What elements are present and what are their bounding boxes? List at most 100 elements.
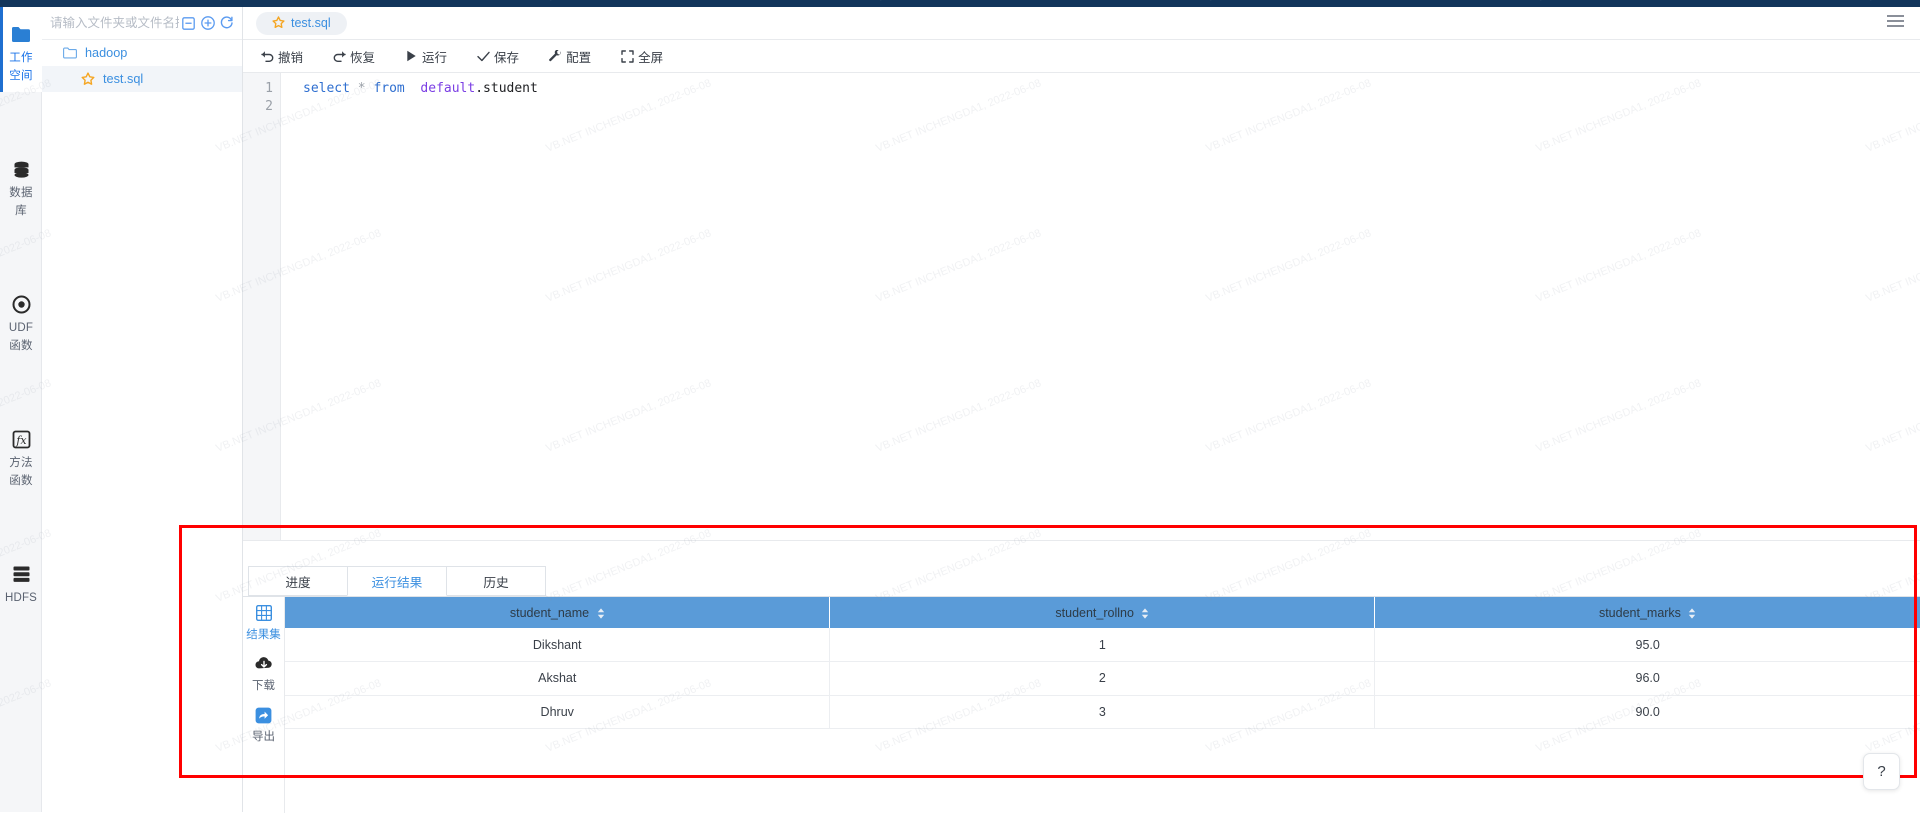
sql-keyword-from: from (373, 81, 404, 96)
hamburger-line (1887, 20, 1904, 22)
collapse-all-icon[interactable] (179, 12, 198, 34)
rail-item-function[interactable]: fx 方法 函数 (0, 420, 42, 497)
rail-item-udf[interactable]: UDF 函数 (0, 285, 42, 362)
file-tree-search-bar (42, 7, 242, 40)
save-button[interactable]: 保存 (477, 47, 519, 66)
rail-item-hdfs[interactable]: HDFS (0, 555, 42, 614)
svg-text:fx: fx (15, 434, 27, 447)
refresh-icon[interactable] (217, 12, 236, 34)
side-action-download[interactable]: 下载 (243, 656, 284, 694)
folder-outline-icon (60, 45, 79, 61)
run-button[interactable]: 运行 (405, 47, 447, 66)
sql-star: * (358, 81, 366, 96)
result-body: 结果集 下载 (243, 597, 1920, 813)
button-label: 运行 (422, 47, 447, 66)
table-row[interactable]: Dikshant 1 95.0 (285, 628, 1920, 662)
check-icon (477, 50, 490, 63)
rail-item-label: 函数 (9, 340, 32, 352)
rail-item-label: 数据 (9, 187, 32, 199)
tree-node-label: test.sql (103, 72, 143, 86)
tab-run-result[interactable]: 运行结果 (347, 566, 447, 596)
function-fx-icon: fx (0, 430, 42, 450)
cell-student-rollno: 3 (830, 695, 1375, 729)
column-header-student-name[interactable]: student_name (285, 597, 830, 628)
table-row[interactable]: Dhruv 3 90.0 (285, 695, 1920, 729)
cell-student-rollno: 1 (830, 628, 1375, 662)
undo-button[interactable]: 撤销 (261, 47, 303, 66)
tab-label: 运行结果 (372, 572, 423, 591)
search-input[interactable] (50, 16, 179, 30)
database-icon (0, 160, 42, 180)
cell-student-name: Akshat (285, 662, 830, 696)
sort-icon[interactable] (1141, 608, 1149, 619)
tab-progress[interactable]: 进度 (248, 566, 348, 596)
udf-target-icon (0, 295, 42, 315)
result-side-actions: 结果集 下载 (243, 597, 285, 813)
play-icon (405, 50, 418, 63)
space (350, 81, 358, 96)
fullscreen-icon (621, 50, 634, 63)
result-panel-resize-handle[interactable] (243, 541, 1920, 567)
tree-node-test-sql[interactable]: test.sql (42, 66, 242, 92)
code-text[interactable]: select * from default.student (281, 73, 1920, 543)
column-label: student_name (510, 606, 589, 620)
redo-icon (333, 50, 346, 63)
line-number: 2 (243, 98, 280, 116)
left-nav-rail: 工作 空间 数据 库 UDF 函数 f (0, 7, 42, 812)
rail-item-label: 方法 (9, 457, 32, 469)
star-icon (78, 71, 97, 87)
table-row[interactable]: Akshat 2 96.0 (285, 662, 1920, 696)
column-header-student-marks[interactable]: student_marks (1375, 597, 1920, 628)
tab-history[interactable]: 历史 (446, 566, 546, 596)
side-action-label: 结果集 (246, 629, 281, 641)
rail-item-label: UDF (9, 322, 33, 334)
redo-button[interactable]: 恢复 (333, 47, 375, 66)
help-button[interactable]: ? (1863, 753, 1900, 790)
line-number: 1 (243, 80, 280, 98)
fullscreen-button[interactable]: 全屏 (621, 47, 663, 66)
rail-item-label: HDFS (5, 592, 37, 604)
rail-item-database[interactable]: 数据 库 (0, 150, 42, 227)
undo-icon (261, 50, 274, 63)
side-action-export[interactable]: 导出 (243, 707, 284, 745)
cell-student-marks: 96.0 (1375, 662, 1920, 696)
table-header-row: student_name student_rollno (285, 597, 1920, 628)
cell-student-marks: 90.0 (1375, 695, 1920, 729)
tab-test-sql[interactable]: test.sql (256, 12, 347, 35)
config-button[interactable]: 配置 (549, 47, 591, 66)
sql-keyword-select: select (303, 81, 350, 96)
button-label: 撤销 (278, 47, 303, 66)
sort-icon[interactable] (1688, 608, 1696, 619)
cell-student-rollno: 2 (830, 662, 1375, 696)
side-action-label: 导出 (252, 731, 275, 743)
tab-label: 进度 (285, 572, 310, 591)
wrench-icon (549, 50, 562, 63)
side-action-resultset[interactable]: 结果集 (243, 605, 284, 643)
button-label: 保存 (494, 47, 519, 66)
hdfs-server-icon (0, 565, 42, 585)
plus-circle-icon[interactable] (198, 12, 217, 34)
tree-node-hadoop[interactable]: hadoop (42, 40, 242, 66)
button-label: 恢复 (350, 47, 375, 66)
result-tab-bar: 进度 运行结果 历史 (243, 567, 1920, 597)
column-header-student-rollno[interactable]: student_rollno (830, 597, 1375, 628)
sql-code-editor[interactable]: 1 2 select * from default.student (243, 73, 1920, 543)
sort-icon[interactable] (597, 608, 605, 619)
folder-icon (0, 25, 42, 45)
hamburger-line (1887, 15, 1904, 17)
hamburger-menu-icon[interactable] (1878, 7, 1912, 35)
rail-item-workspace[interactable]: 工作 空间 (0, 7, 42, 92)
export-icon (243, 707, 284, 727)
line-number-gutter: 1 2 (243, 73, 281, 543)
result-grid-container[interactable]: student_name student_rollno (285, 597, 1920, 813)
result-panel: 进度 运行结果 历史 结果集 (243, 540, 1920, 812)
rail-item-label: 空间 (9, 70, 32, 82)
main-content-area: test.sql 撤销 恢复 运行 保存 (243, 7, 1920, 812)
document-tab-strip: test.sql (243, 7, 1920, 40)
cell-student-marks: 95.0 (1375, 628, 1920, 662)
hamburger-line (1887, 25, 1904, 27)
button-label: 配置 (566, 47, 591, 66)
tab-label: test.sql (291, 16, 331, 30)
rail-item-label: 函数 (9, 475, 32, 487)
tab-label: 历史 (483, 572, 508, 591)
